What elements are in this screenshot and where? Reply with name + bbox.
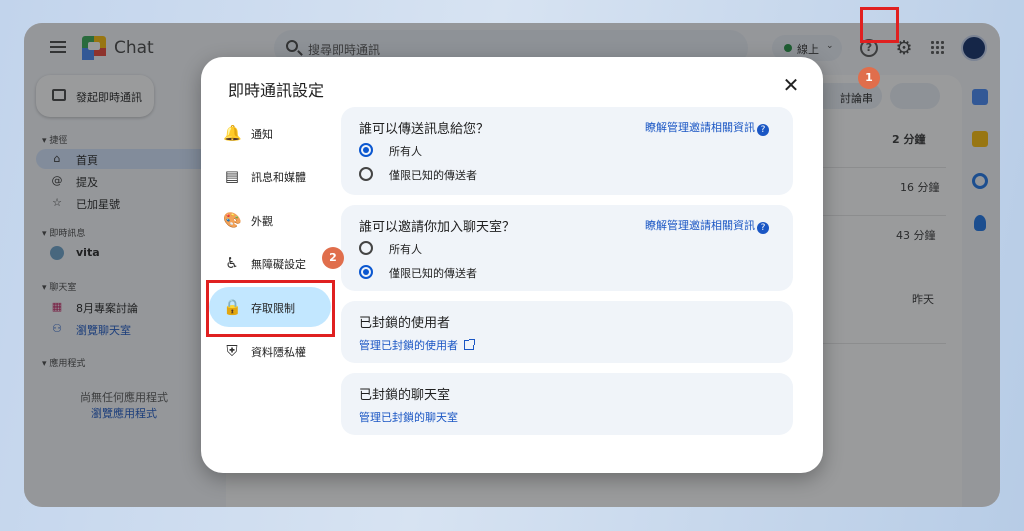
radio-selected[interactable]	[359, 265, 373, 279]
nav-item-notifications[interactable]: 🔔 通知	[209, 113, 331, 153]
nav-item-label: 外觀	[251, 215, 273, 228]
link-text: 瞭解管理邀請相關資訊	[645, 219, 755, 232]
radio-label: 僅限已知的傳送者	[389, 169, 477, 182]
radio-selected[interactable]	[359, 143, 373, 157]
manage-blocked-users-link[interactable]: 管理已封鎖的使用者	[359, 337, 475, 353]
link-text: 管理已封鎖的使用者	[359, 339, 458, 352]
radio-label: 僅限已知的傳送者	[389, 267, 477, 280]
step-badge-1: 1	[858, 67, 880, 89]
manage-blocked-spaces-link[interactable]: 管理已封鎖的聊天室	[359, 409, 458, 425]
card-title: 誰可以邀請你加入聊天室？	[359, 220, 516, 235]
radio-unselected[interactable]	[359, 167, 373, 181]
chat-settings-dialog: 即時通訊設定 ✕ 🔔 通知 ▤ 訊息和媒體 🎨 外觀 ♿ 無障礙設定 🔒 存取限…	[201, 57, 823, 473]
external-link-icon	[464, 339, 475, 350]
link-text: 瞭解管理邀請相關資訊	[645, 121, 755, 134]
nav-item-appearance[interactable]: 🎨 外觀	[209, 200, 331, 240]
nav-item-label: 無障礙設定	[251, 258, 306, 271]
step-badge-2: 2	[322, 247, 344, 269]
nav-item-label: 通知	[251, 128, 273, 141]
learn-more-link[interactable]: 瞭解管理邀請相關資訊?	[645, 119, 769, 136]
shield-icon: ⛨	[226, 342, 238, 360]
blocked-users-card: 已封鎖的使用者 管理已封鎖的使用者	[341, 301, 793, 363]
gear-highlight-box	[860, 7, 899, 43]
radio-unselected[interactable]	[359, 241, 373, 255]
message-media-icon: ▤	[224, 167, 240, 185]
learn-more-link[interactable]: 瞭解管理邀請相關資訊?	[645, 217, 769, 234]
radio-label: 所有人	[389, 145, 422, 158]
nav-item-data-privacy[interactable]: ⛨ 資料隱私權	[209, 331, 331, 371]
dialog-title: 即時通訊設定	[228, 81, 325, 100]
palette-icon: 🎨	[223, 211, 242, 229]
card-title: 已封鎖的使用者	[359, 316, 451, 331]
close-icon[interactable]: ✕	[781, 75, 801, 95]
card-title: 已封鎖的聊天室	[359, 388, 451, 403]
card-title: 誰可以傳送訊息給您？	[359, 122, 490, 137]
help-icon: ?	[757, 124, 769, 136]
bell-icon: 🔔	[223, 124, 242, 142]
nav-item-accessibility[interactable]: ♿ 無障礙設定	[209, 243, 331, 283]
accessibility-icon: ♿	[225, 254, 239, 272]
radio-label: 所有人	[389, 243, 422, 256]
nav-highlight-box	[206, 280, 335, 337]
help-icon: ?	[757, 222, 769, 234]
message-permission-card: 誰可以傳送訊息給您？ 瞭解管理邀請相關資訊? 所有人 僅限已知的傳送者	[341, 107, 793, 195]
invite-permission-card: 誰可以邀請你加入聊天室？ 瞭解管理邀請相關資訊? 所有人 僅限已知的傳送者	[341, 205, 793, 291]
blocked-spaces-card: 已封鎖的聊天室 管理已封鎖的聊天室	[341, 373, 793, 435]
nav-item-messages-media[interactable]: ▤ 訊息和媒體	[209, 156, 331, 196]
nav-item-label: 資料隱私權	[251, 346, 306, 359]
nav-item-label: 訊息和媒體	[251, 171, 306, 184]
